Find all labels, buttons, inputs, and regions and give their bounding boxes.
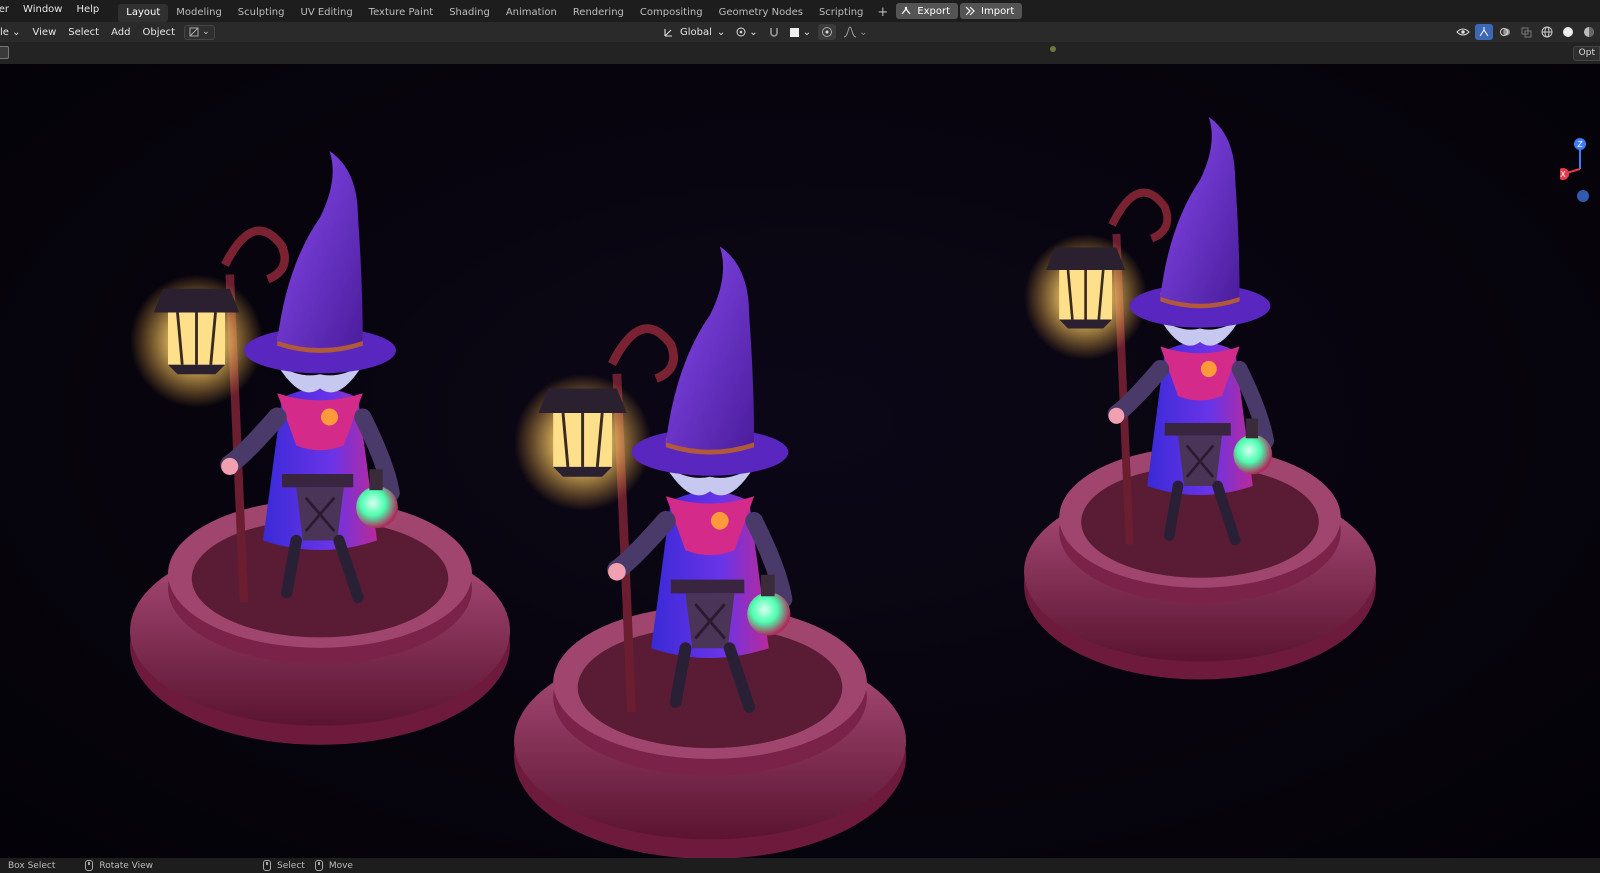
wireframe-icon xyxy=(1541,26,1553,38)
visibility-dropdown[interactable] xyxy=(1454,24,1472,40)
falloff-curve-icon xyxy=(843,26,857,38)
shading-solid[interactable] xyxy=(1559,24,1577,40)
mouse-icon xyxy=(263,860,272,871)
status-bar: Box Select Rotate View Select Move xyxy=(0,858,1600,873)
transform-orientation-dropdown[interactable]: Global ⌄ xyxy=(660,24,728,40)
object-mode-dropdown[interactable]: ⌄ xyxy=(184,24,215,40)
xray-icon xyxy=(1521,27,1531,37)
transform-tools: Global ⌄ ⌄ ⌄ ⌄ xyxy=(660,22,870,42)
proportional-icon xyxy=(822,27,833,37)
3d-viewport[interactable]: Z X xyxy=(0,64,1600,858)
status-box-select: Box Select xyxy=(8,861,55,871)
snap-target-dropdown[interactable]: ⌄ xyxy=(787,24,814,40)
menu-window[interactable]: Window xyxy=(16,0,69,22)
tab-texture-paint[interactable]: Texture Paint xyxy=(361,4,442,22)
solid-sphere-icon xyxy=(1563,27,1573,37)
tab-compositing[interactable]: Compositing xyxy=(632,4,711,22)
shading-material[interactable] xyxy=(1580,24,1598,40)
gizmo-icon xyxy=(1479,27,1489,37)
tab-layout[interactable]: Layout xyxy=(118,4,169,22)
mode-selector[interactable]: le ⌄ xyxy=(0,27,27,38)
shading-wireframe[interactable] xyxy=(1538,24,1556,40)
status-select: Select xyxy=(263,860,305,871)
add-workspace-button[interactable]: + xyxy=(871,5,894,20)
import-label: Import xyxy=(981,5,1015,17)
gizmo-toggle[interactable] xyxy=(1475,24,1493,40)
box-select-label: Box Select xyxy=(8,860,56,871)
select-label: Select xyxy=(277,860,305,871)
tab-scripting[interactable]: Scripting xyxy=(811,4,871,22)
status-move: Move xyxy=(314,860,353,871)
mouse-icon xyxy=(85,860,94,871)
square-icon xyxy=(789,27,799,37)
menu-select[interactable]: Select xyxy=(62,27,105,38)
import-button[interactable]: Import xyxy=(960,3,1023,19)
pivot-point-dropdown[interactable]: ⌄ xyxy=(732,24,760,40)
workspace-tabs: Layout Modeling Sculpting UV Editing Tex… xyxy=(118,0,894,22)
tool-settings-bar xyxy=(0,42,1600,64)
snap-toggle[interactable] xyxy=(765,24,783,40)
magnet-icon xyxy=(769,28,778,37)
menu-add[interactable]: Add xyxy=(105,27,136,38)
mode-label: le xyxy=(0,26,9,38)
neg-y-axis-handle[interactable] xyxy=(1577,190,1589,202)
chevron-down-icon: ⌄ xyxy=(859,26,868,38)
menu-help[interactable]: Help xyxy=(69,0,106,22)
wizard-model-left[interactable] xyxy=(130,151,510,745)
proportional-edit-toggle[interactable] xyxy=(818,24,837,40)
import-icon xyxy=(965,6,975,16)
overlays-icon xyxy=(1500,28,1510,36)
pivot-icon xyxy=(736,27,746,37)
tab-animation[interactable]: Animation xyxy=(498,4,565,22)
chevron-down-icon: ⌄ xyxy=(716,26,726,38)
wizard-model-center[interactable] xyxy=(514,246,906,858)
options-button[interactable]: Opt xyxy=(1572,46,1600,61)
rotate-view-label: Rotate View xyxy=(99,860,154,871)
export-button[interactable]: Export xyxy=(896,3,959,19)
export-label: Export xyxy=(917,5,951,17)
menu-view[interactable]: View xyxy=(27,27,63,38)
tab-uv-editing[interactable]: UV Editing xyxy=(293,4,361,22)
orientation-icon xyxy=(664,29,672,37)
chevron-down-icon: ⌄ xyxy=(749,26,758,38)
falloff-dropdown[interactable]: ⌄ xyxy=(840,24,870,40)
export-icon xyxy=(901,6,911,15)
navigation-gizmo[interactable]: Z X xyxy=(1560,134,1600,204)
tab-rendering[interactable]: Rendering xyxy=(565,4,632,22)
overlays-toggle[interactable] xyxy=(1496,24,1514,40)
status-rotate-view: Rotate View xyxy=(85,860,153,871)
move-label: Move xyxy=(328,860,353,871)
menu-file-partial[interactable]: ler xyxy=(0,0,16,22)
z-axis-label: Z xyxy=(1577,140,1583,149)
material-sphere-icon xyxy=(1584,27,1594,37)
tab-modeling[interactable]: Modeling xyxy=(168,4,230,22)
x-axis-label: X xyxy=(1560,170,1566,179)
mouse-icon xyxy=(314,860,323,871)
top-bar: ler Window Help Layout Modeling Sculptin… xyxy=(0,0,1600,22)
chevron-down-icon: ⌄ xyxy=(802,26,812,38)
tab-sculpting[interactable]: Sculpting xyxy=(230,4,293,22)
orientation-label: Global xyxy=(680,26,712,38)
xray-toggle[interactable] xyxy=(1517,24,1535,40)
wizard-model-right[interactable] xyxy=(1024,117,1376,680)
chevron-down-icon: ⌄ xyxy=(202,27,210,37)
chevron-down-icon: ⌄ xyxy=(12,26,21,38)
tab-shading[interactable]: Shading xyxy=(441,4,498,22)
tab-geometry-nodes[interactable]: Geometry Nodes xyxy=(711,4,811,22)
eye-icon xyxy=(1456,28,1470,36)
select-box-tool-icon[interactable] xyxy=(0,46,9,59)
menu-object[interactable]: Object xyxy=(136,27,181,38)
scene-render xyxy=(0,64,1600,858)
select-mode-icon xyxy=(189,27,199,37)
viewport-display-tools xyxy=(1454,22,1600,42)
status-indicator-dot xyxy=(1050,46,1056,52)
